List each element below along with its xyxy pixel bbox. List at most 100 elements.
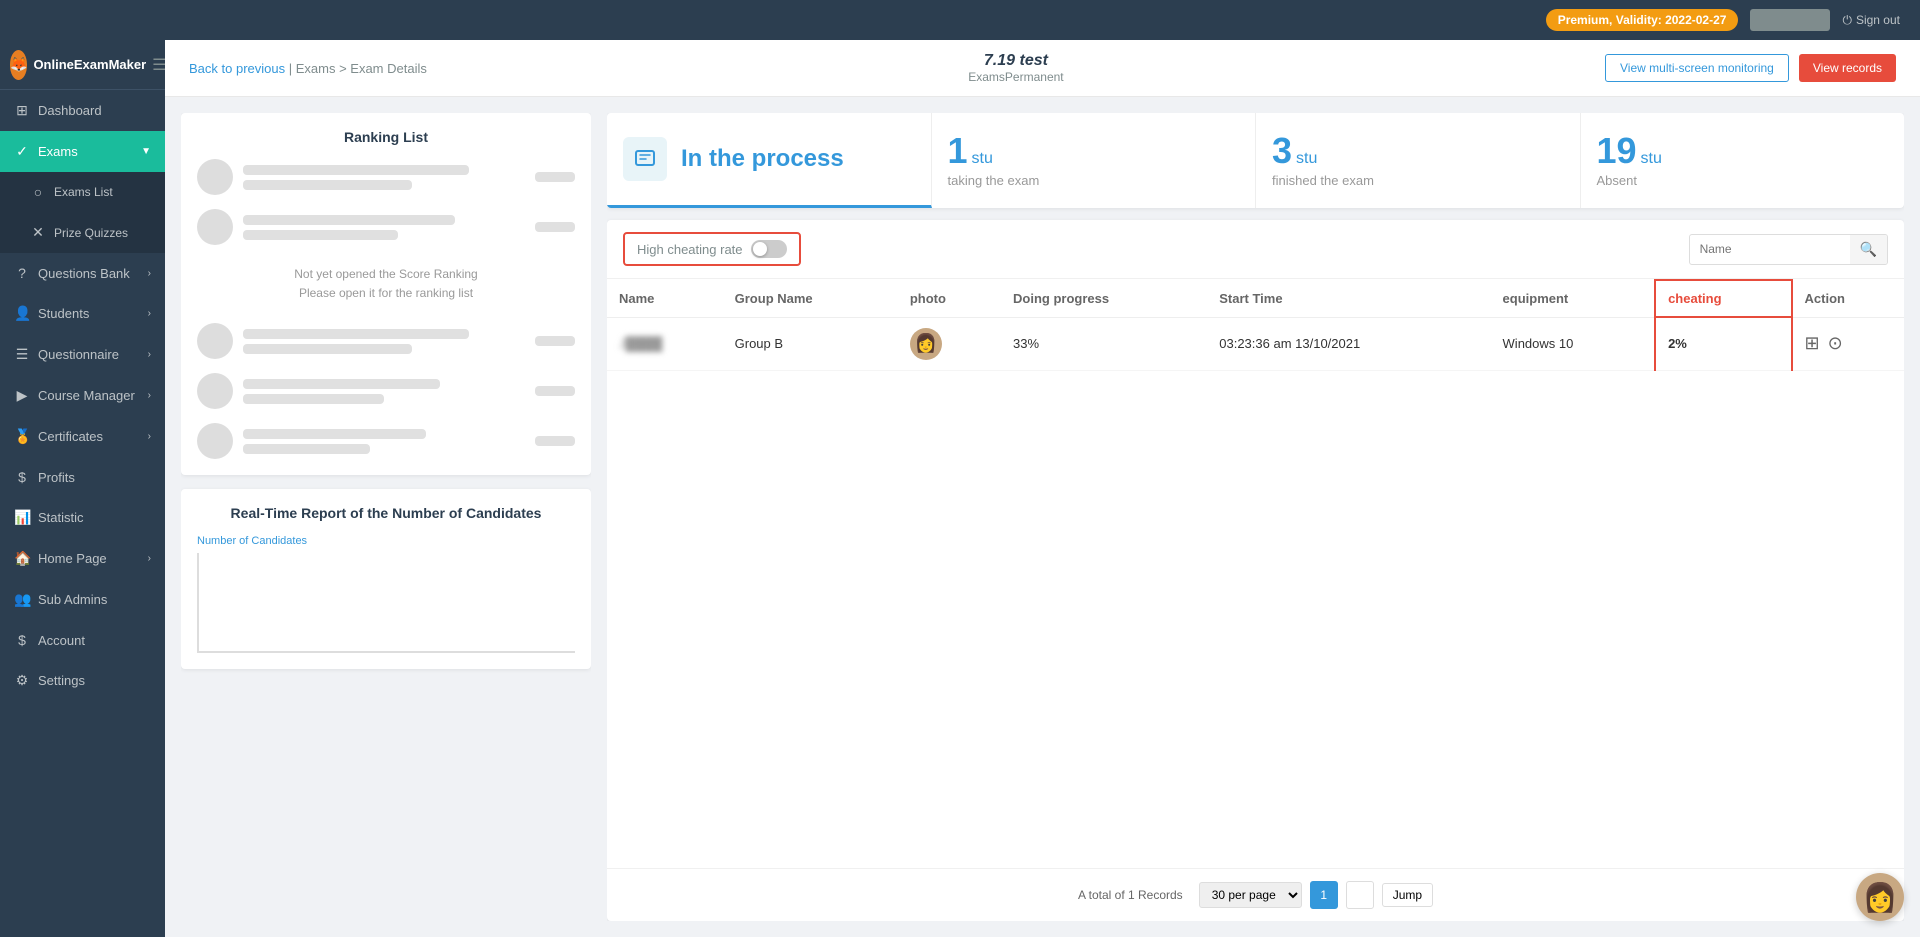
sidebar-item-students[interactable]: 👤 Students › [0,293,165,334]
per-page-select[interactable]: 30 per page [1199,882,1302,908]
cheating-filter-toggle[interactable]: High cheating rate [623,232,801,266]
sidebar-label-course-manager: Course Manager [38,388,135,403]
pagination-bar: A total of 1 Records 30 per page 1 Jump [607,868,1904,921]
page-number-1[interactable]: 1 [1310,881,1338,909]
stat-tab-finished[interactable]: 3 stu finished the exam [1256,113,1581,208]
cell-action: ⊞ ⊙ [1792,317,1904,370]
rank-row-2 [197,209,575,245]
in-process-label: In the process [681,145,844,173]
report-y-label: Number of Candidates [197,535,575,547]
chevron-down-icon: ▼ [141,146,151,157]
exams-submenu: ○ Exams List ✕ Prize Quizzes [0,172,165,253]
rank-avatar-3 [197,323,233,359]
sign-out-button[interactable]: ⏻ Sign out [1842,13,1900,28]
rank-line-3a [243,329,469,339]
table-topbar: High cheating rate 🔍 [607,220,1904,279]
hamburger-button[interactable]: ☰ [152,55,165,75]
view-detail-icon[interactable]: ⊞ [1805,333,1820,354]
toggle-knob [753,242,767,256]
col-group: Group Name [723,280,898,317]
premium-badge: Premium, Validity: 2022-02-27 [1546,9,1739,31]
cell-equipment: Windows 10 [1491,317,1656,370]
home-page-icon: 🏠 [14,550,30,567]
report-title: Real-Time Report of the Number of Candid… [197,505,575,521]
search-button[interactable]: 🔍 [1850,235,1887,264]
table-row: J████ Group B 👩 33% 03:23:36 am 13/10/20… [607,317,1904,370]
sidebar-item-questions-bank[interactable]: ? Questions Bank › [0,253,165,293]
power-icon: ⏻ [1842,13,1852,28]
sidebar: 🦊 OnlineExamMaker ☰ ⊞ Dashboard ✓ Exams … [0,40,165,937]
account-icon: $ [14,632,30,648]
exam-title: 7.19 test [443,52,1589,70]
logo-icon: 🦊 [10,50,27,80]
sidebar-item-questionnaire[interactable]: ☰ Questionnaire › [0,334,165,375]
jump-button[interactable]: Jump [1382,883,1433,907]
rank-score-4 [535,386,575,396]
sidebar-item-course-manager[interactable]: ▶ Course Manager › [0,375,165,416]
sidebar-item-prize-quizzes[interactable]: ✕ Prize Quizzes [0,212,165,253]
top-navigation: Premium, Validity: 2022-02-27 ⏻ Sign out [0,0,1920,40]
chevron-right-icon4: › [148,390,151,401]
prize-quizzes-icon: ✕ [30,224,46,241]
chevron-right-icon: › [148,268,151,279]
stat-tab-taking[interactable]: 1 stu taking the exam [932,113,1257,208]
ranking-card: Ranking List [181,113,591,475]
sidebar-label-dashboard: Dashboard [38,103,102,118]
table-card: High cheating rate 🔍 [607,220,1904,921]
page-number-next[interactable] [1346,881,1374,909]
cell-cheating: 2% [1655,317,1791,370]
tab2-count: 3 [1272,133,1292,169]
sidebar-label-exams-list: Exams List [54,185,113,199]
back-link[interactable]: Back to previous [189,61,285,76]
more-action-icon[interactable]: ⊙ [1828,333,1843,354]
chevron-right-icon6: › [148,553,151,564]
col-start-time: Start Time [1207,280,1490,317]
sidebar-item-dashboard[interactable]: ⊞ Dashboard [0,90,165,131]
sidebar-label-profits: Profits [38,470,75,485]
content-area: Back to previous | Exams > Exam Details … [165,40,1920,937]
rank-row-1 [197,159,575,195]
logo-text: OnlineExamMaker [33,57,146,72]
breadcrumb: Back to previous | Exams > Exam Details [189,61,427,76]
support-avatar[interactable]: 👩 [1856,873,1904,921]
sidebar-item-account[interactable]: $ Account [0,620,165,660]
tab2-unit: stu [1296,150,1317,168]
sidebar-item-exams-list[interactable]: ○ Exams List [0,172,165,212]
statistic-icon: 📊 [14,509,30,526]
sidebar-label-students: Students [38,306,89,321]
breadcrumb-path: Exams > Exam Details [296,61,427,76]
cell-photo: 👩 [898,317,1001,370]
sidebar-label-questions-bank: Questions Bank [38,266,130,281]
sidebar-item-certificates[interactable]: 🏅 Certificates › [0,416,165,457]
sidebar-label-settings: Settings [38,673,85,688]
stat-tab-in-process[interactable]: In the process [607,113,932,208]
col-cheating: cheating [1655,280,1791,317]
sidebar-item-home-page[interactable]: 🏠 Home Page › [0,538,165,579]
toggle-switch[interactable] [751,240,787,258]
rank-score-5 [535,436,575,446]
sidebar-item-sub-admins[interactable]: 👥 Sub Admins [0,579,165,620]
cell-group: Group B [723,317,898,370]
rank-avatar-2 [197,209,233,245]
sidebar-item-settings[interactable]: ⚙ Settings [0,660,165,701]
ranking-placeholder-2 [197,323,575,459]
stat-tab-absent[interactable]: 19 stu Absent [1581,113,1905,208]
monitor-button[interactable]: View multi-screen monitoring [1605,54,1789,82]
sidebar-item-statistic[interactable]: 📊 Statistic [0,497,165,538]
rank-row-3 [197,323,575,359]
col-equipment: equipment [1491,280,1656,317]
search-input[interactable] [1690,236,1850,262]
cell-progress: 33% [1001,317,1207,370]
sidebar-item-exams[interactable]: ✓ Exams ▼ [0,131,165,172]
rank-avatar-5 [197,423,233,459]
sidebar-item-profits[interactable]: $ Profits [0,457,165,497]
questionnaire-icon: ☰ [14,346,30,363]
questions-bank-icon: ? [14,265,30,281]
chevron-right-icon2: › [148,308,151,319]
page-content: Ranking List [165,97,1920,937]
records-button[interactable]: View records [1799,54,1896,82]
records-info: A total of 1 Records [1078,888,1183,902]
exams-list-icon: ○ [30,184,46,200]
chevron-right-icon3: › [148,349,151,360]
sidebar-label-statistic: Statistic [38,510,84,525]
